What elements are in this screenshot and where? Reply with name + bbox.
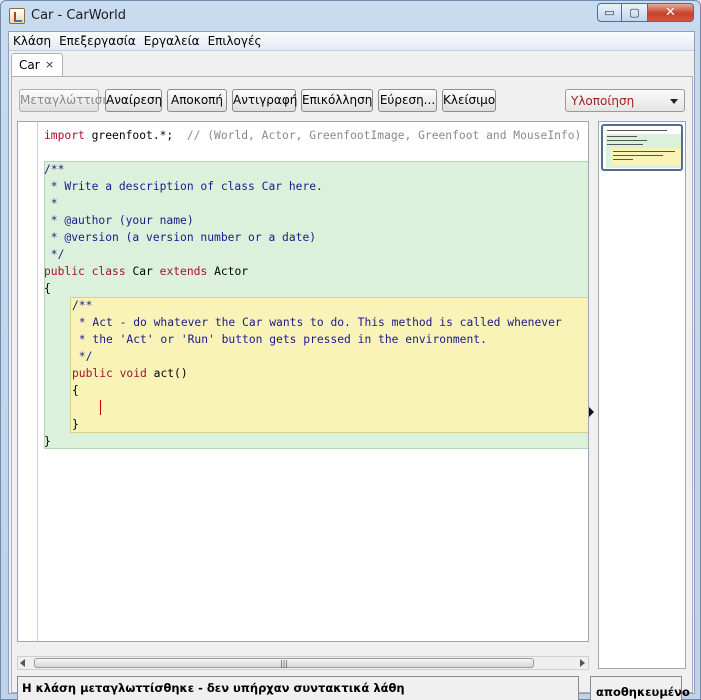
menu-class[interactable]: Κλάση	[9, 32, 55, 50]
code-line-comment-close: */	[44, 248, 65, 261]
keyword-extends: extends	[159, 265, 208, 278]
close-editor-button[interactable]: Κλείσιμο	[442, 89, 496, 112]
menu-tools[interactable]: Εργαλεία	[140, 32, 204, 50]
code-line-method-declaration: public void act()	[72, 366, 188, 382]
application-window: Car - CarWorld ▭ ▢ ✕ Κλάση Επεξεργασία Ε…	[0, 0, 701, 700]
view-select-value: Υλοποίηση	[571, 94, 635, 108]
code-line-act-description-1: * Act - do whatever the Car wants to do.…	[72, 316, 562, 329]
nav-code-line	[613, 159, 633, 160]
code-line-method-close-brace: }	[72, 418, 79, 431]
code-line-comment-open: /**	[44, 163, 65, 176]
close-window-button[interactable]: ✕	[648, 3, 694, 22]
close-icon: ✕	[665, 5, 676, 20]
editor-tabs: Car ×	[9, 52, 694, 77]
code-line-method-comment-close: */	[72, 350, 93, 363]
nav-code-line	[607, 136, 637, 137]
greenfoot-app-icon[interactable]	[9, 8, 25, 24]
code-editor[interactable]: import greenfoot.*; // (World, Actor, Gr…	[17, 121, 589, 642]
saved-indicator: αποθηκευμένο	[590, 676, 690, 700]
tab-close-icon[interactable]: ×	[45, 58, 54, 71]
nav-code-line	[613, 151, 675, 152]
find-button[interactable]: Εύρεση...	[378, 89, 437, 112]
code-line-import: import greenfoot.*; // (World, Actor, Gr…	[44, 128, 581, 144]
menu-edit[interactable]: Επεξεργασία	[55, 32, 140, 50]
status-message-box: Η κλάση μεταγλωττίσθηκε - δεν υπήρχαν συ…	[17, 676, 579, 700]
import-comment: // (World, Actor, GreenfootImage, Greenf…	[186, 129, 582, 142]
tab-label: Car	[19, 58, 40, 72]
saved-status-label: αποθηκευμένο	[596, 685, 690, 699]
maximize-icon: ▢	[629, 6, 640, 19]
import-package: greenfoot.*;	[84, 129, 187, 142]
navigation-view[interactable]	[598, 121, 686, 669]
client-area: Κλάση Επεξεργασία Εργαλεία Επιλογές Car …	[8, 31, 695, 700]
scrollbar-thumb[interactable]: |||	[34, 658, 534, 668]
nav-code-line	[613, 155, 663, 156]
status-message: Η κλάση μεταγλωττίσθηκε - δεν υπήρχαν συ…	[22, 681, 405, 695]
undo-button[interactable]: Αναίρεση	[105, 89, 162, 112]
code-line-author: * @author (your name)	[44, 214, 194, 227]
keyword-class: class	[91, 265, 126, 278]
code-line-act-description-2: * the 'Act' or 'Run' button gets pressed…	[72, 333, 487, 346]
code-line-method-open-brace: {	[72, 384, 79, 397]
copy-button[interactable]: Αντιγραφή	[232, 89, 297, 112]
method-name: act()	[146, 367, 188, 380]
code-line-comment-blank: *	[44, 197, 58, 210]
tab-car[interactable]: Car ×	[11, 53, 63, 77]
nav-code-line	[607, 140, 647, 141]
scroll-left-icon[interactable]	[20, 659, 25, 667]
keyword-public: public	[72, 367, 113, 380]
keyword-public: public	[44, 265, 85, 278]
code-line-version: * @version (a version number or a date)	[44, 231, 317, 244]
code-line-class-open-brace: {	[44, 282, 51, 295]
nav-code-line	[607, 130, 667, 131]
compile-button[interactable]: Μεταγλώττιση	[19, 89, 110, 112]
scroll-right-icon[interactable]	[580, 659, 585, 667]
window-controls: ▭ ▢ ✕	[597, 3, 694, 23]
horizontal-scrollbar[interactable]: |||	[17, 656, 589, 670]
window-title: Car - CarWorld	[31, 8, 126, 23]
keyword-void: void	[119, 367, 147, 380]
paste-button[interactable]: Επικόλληση	[301, 89, 373, 112]
keyword-import: import	[44, 129, 85, 142]
nav-code-line	[607, 144, 643, 145]
code-line-method-comment-open: /**	[72, 299, 93, 312]
cut-button[interactable]: Αποκοπή	[167, 89, 227, 112]
title-bar[interactable]: Car - CarWorld ▭ ▢ ✕	[1, 1, 700, 31]
text-caret	[100, 400, 101, 415]
code-line-class-declaration: public class Car extends Actor	[44, 264, 248, 280]
code-line-class-close-brace: }	[44, 435, 51, 448]
chevron-down-icon	[670, 99, 678, 104]
code-line-class-description: * Write a description of class Car here.	[44, 180, 323, 193]
editor-panel: Μεταγλώττιση Αναίρεση Αποκοπή Αντιγραφή …	[11, 76, 693, 700]
navigation-viewport[interactable]	[601, 124, 683, 171]
grip-icon: |||	[280, 659, 289, 668]
minimize-icon: ▭	[604, 6, 615, 19]
menu-options[interactable]: Επιλογές	[204, 32, 266, 50]
editor-toolbar: Μεταγλώττιση Αναίρεση Αποκοπή Αντιγραφή …	[12, 77, 692, 115]
menu-bar: Κλάση Επεξεργασία Εργαλεία Επιλογές	[9, 32, 694, 51]
view-select[interactable]: Υλοποίηση	[565, 89, 685, 112]
class-name: Car	[125, 265, 160, 278]
maximize-button[interactable]: ▢	[622, 3, 648, 22]
code-text[interactable]: import greenfoot.*; // (World, Actor, Gr…	[18, 122, 588, 641]
splitter-expand-icon[interactable]	[589, 407, 594, 417]
superclass-name: Actor	[207, 265, 249, 278]
minimize-button[interactable]: ▭	[597, 3, 622, 22]
